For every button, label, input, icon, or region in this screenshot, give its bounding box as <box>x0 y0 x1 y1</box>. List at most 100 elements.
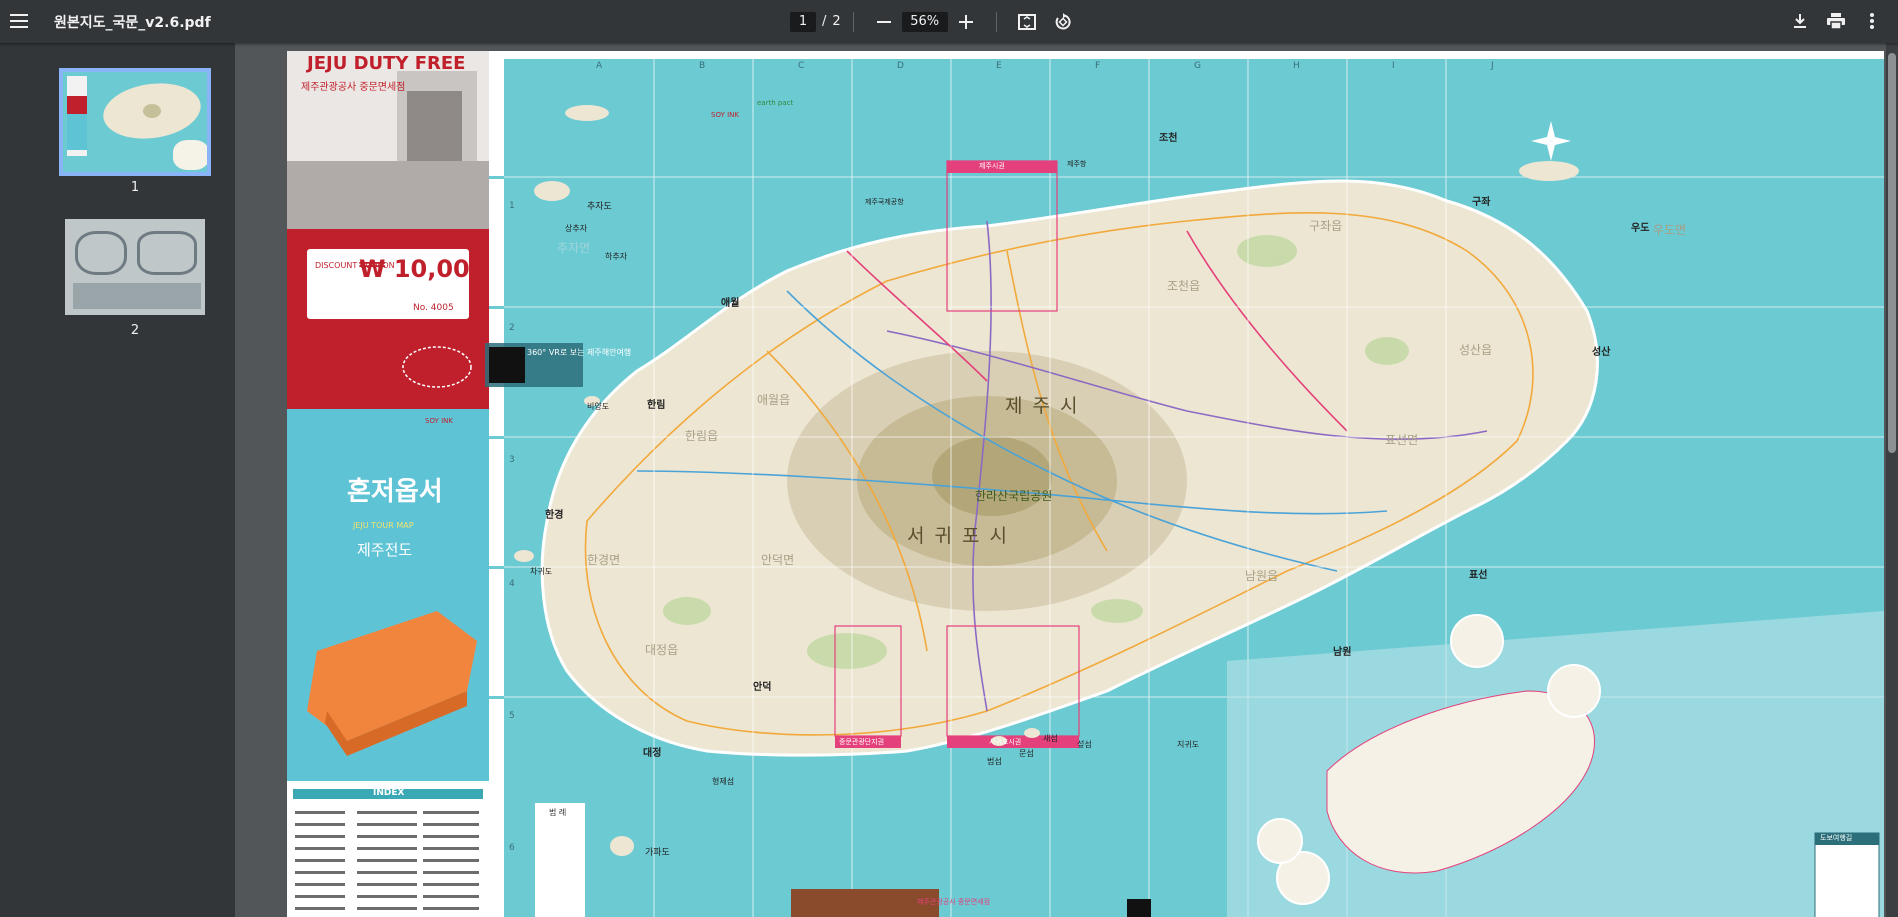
place-chujamyeon: 추자면 <box>557 241 591 255</box>
inset-title: 도보여행길 <box>1820 834 1853 842</box>
place-seongsan: 성산 <box>1592 347 1611 358</box>
place-pyoseon: 표선 <box>1469 570 1488 581</box>
rotate-icon <box>1055 12 1071 29</box>
minus-icon <box>876 20 891 23</box>
column-label: A <box>596 61 603 71</box>
more-actions-button[interactable] <box>1854 3 1890 39</box>
pdf-page: JEJU DUTY FREE 제주관광공사 중문면세점 DISCOUNT COU… <box>287 51 1884 917</box>
fit-page-button[interactable] <box>1009 4 1045 40</box>
thumbnail-image <box>65 219 205 315</box>
page-zoom-controls: 1 / 2 56% <box>790 0 1081 43</box>
place-hangyeongmyeon: 한경면 <box>587 553 621 567</box>
download-icon <box>1794 14 1806 28</box>
download-button[interactable] <box>1782 3 1818 39</box>
column-label: E <box>996 61 1002 71</box>
soy-ink-logo: SOY INK <box>425 417 453 425</box>
rotate-button[interactable] <box>1045 4 1081 40</box>
soy-ink-map-logo: SOY INK <box>711 111 739 119</box>
scrollbar-thumb[interactable] <box>1888 53 1896 453</box>
toolbar-actions <box>1782 3 1890 39</box>
place-jocheoneup: 조천읍 <box>1167 279 1201 293</box>
more-vert-icon <box>1870 13 1874 29</box>
jeju-map <box>287 51 1884 917</box>
pdf-toolbar: 원본지도_국문_v2.6.pdf 1 / 2 56% <box>0 0 1898 43</box>
plus-icon <box>958 14 973 29</box>
menu-icon <box>10 14 28 28</box>
fit-page-icon <box>1017 13 1036 30</box>
column-label: C <box>798 61 805 71</box>
place-saeseom: 새섬 <box>1043 734 1058 743</box>
place-aewoleup: 애월읍 <box>757 393 791 407</box>
place-gujwaeup: 구좌읍 <box>1309 219 1343 233</box>
zoom-input[interactable]: 56% <box>901 11 948 32</box>
place-airport: 제주국제공항 <box>865 198 904 206</box>
index-title: INDEX <box>373 788 405 798</box>
place-sangchuja: 상추자 <box>565 224 588 233</box>
column-label: G <box>1194 61 1201 71</box>
print-button[interactable] <box>1818 3 1854 39</box>
place-chujado: 추자도 <box>587 202 612 212</box>
label-bottom-dutyfree: 제주관광공사 중문면세점 <box>917 898 991 906</box>
page-separator: / <box>822 14 827 29</box>
place-seogwipo-city: 서 귀 포 시 <box>907 525 1010 547</box>
column-label: B <box>699 61 706 71</box>
label-jungmun-area: 중문관광단지권 <box>839 738 885 746</box>
label-jeju-city-area: 제주시권 <box>979 162 1005 170</box>
place-chagwido: 차귀도 <box>530 567 553 576</box>
place-jeju-city: 제 주 시 <box>1005 395 1080 417</box>
place-udomyeon: 우도면 <box>1653 223 1687 237</box>
toolbar-divider <box>852 11 854 32</box>
row-label: 2 <box>509 323 515 333</box>
place-biyangdo: 비양도 <box>587 402 610 411</box>
place-seongsaneup: 성산읍 <box>1459 343 1493 357</box>
place-hachuja: 하추자 <box>605 252 628 261</box>
place-jocheon: 조천 <box>1159 133 1178 144</box>
document-title: 원본지도_국문_v2.6.pdf <box>54 15 211 31</box>
pdf-viewer[interactable]: JEJU DUTY FREE 제주관광공사 중문면세점 DISCOUNT COU… <box>235 43 1898 917</box>
place-pyoseonmyeon: 표선면 <box>1385 433 1419 447</box>
row-label: 6 <box>509 843 515 853</box>
thumbnail-sidebar: 1 2 <box>0 43 235 917</box>
coupon-number: No. 4005 <box>413 303 454 313</box>
place-daejeongeup: 대정읍 <box>645 643 679 657</box>
column-label: D <box>897 61 904 71</box>
row-label: 4 <box>509 579 515 589</box>
thumbnail-page-2[interactable]: 2 <box>65 219 205 338</box>
dutyfree-title: JEJU DUTY FREE <box>307 53 466 74</box>
place-jeju-port: 제주항 <box>1067 160 1087 168</box>
toolbar-divider <box>995 11 997 32</box>
vr-text: 360° VR로 보는 제주해안여행 <box>527 348 632 357</box>
menu-button[interactable] <box>0 3 38 39</box>
place-gujwa: 구좌 <box>1472 197 1491 208</box>
zoom-in-button[interactable] <box>948 4 984 40</box>
place-beomseom: 범섬 <box>987 757 1002 766</box>
place-hallimeup: 한림읍 <box>685 429 719 443</box>
place-gapado: 가파도 <box>645 848 670 858</box>
row-label: 5 <box>509 711 515 721</box>
vertical-scrollbar[interactable] <box>1886 43 1898 917</box>
page-number-input[interactable]: 1 <box>790 11 816 32</box>
place-hangyeong: 한경 <box>545 510 564 521</box>
row-label: 3 <box>509 455 515 465</box>
column-label: I <box>1392 61 1395 71</box>
column-label: J <box>1491 61 1494 71</box>
coupon-value: ₩ 10,000 <box>359 255 487 283</box>
zoom-out-button[interactable] <box>866 4 902 40</box>
thumbnail-label: 1 <box>130 180 140 195</box>
page-total: 2 <box>832 14 841 29</box>
print-icon <box>1827 13 1845 29</box>
cover-title: 혼저옵서 <box>347 477 443 507</box>
place-hallasan: 한라산국립공원 <box>975 489 1053 503</box>
row-label: 1 <box>509 201 515 211</box>
place-udo: 우도 <box>1631 223 1650 234</box>
place-munseom: 문섬 <box>1019 749 1034 758</box>
cover-name: 제주전도 <box>357 541 413 559</box>
thumbnail-page-1[interactable]: 1 <box>59 68 211 195</box>
place-namwoneup: 남원읍 <box>1245 569 1279 583</box>
thumbnail-image <box>59 68 211 176</box>
place-daejeong: 대정 <box>643 748 662 759</box>
earth-pact-logo: earth pact <box>757 99 794 107</box>
cover-subtitle: JEJU TOUR MAP <box>353 521 414 530</box>
place-hallim: 한림 <box>647 400 666 411</box>
legend-title: 범 례 <box>549 808 567 817</box>
